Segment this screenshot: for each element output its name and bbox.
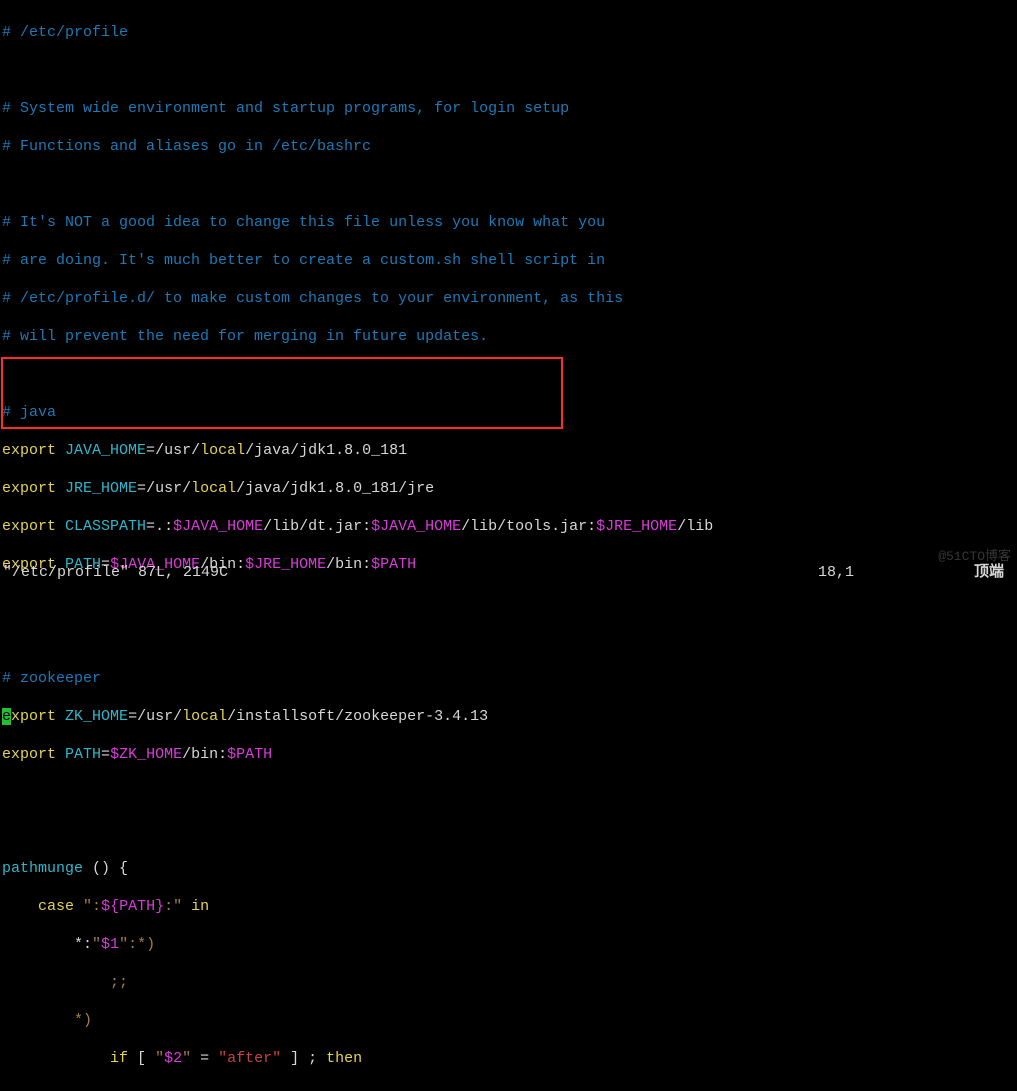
code-line: # It's NOT a good idea to change this fi…: [2, 213, 1015, 232]
var-name: ZK_HOME: [65, 708, 128, 725]
var-name: JAVA_HOME: [65, 442, 146, 459]
keyword-case: case: [38, 898, 74, 915]
code-line: export JRE_HOME=/usr/local/java/jdk1.8.0…: [2, 479, 1015, 498]
comment-text: # java: [2, 404, 56, 421]
code-line: # will prevent the need for merging in f…: [2, 327, 1015, 346]
keyword-then: then: [326, 1050, 362, 1067]
blank-line: [2, 783, 1015, 802]
comment-text: # System wide environment and startup pr…: [2, 100, 569, 117]
code-line: *): [2, 1011, 1015, 1030]
comment-text: # are doing. It's much better to create …: [2, 252, 605, 269]
var-name: JRE_HOME: [65, 480, 137, 497]
blank-line: [2, 593, 1015, 612]
code-line: # zookeeper: [2, 669, 1015, 688]
code-line: # /etc/profile.d/ to make custom changes…: [2, 289, 1015, 308]
keyword-export: export: [2, 746, 56, 763]
comment-text: # Functions and aliases go in /etc/bashr…: [2, 138, 371, 155]
editor-viewport[interactable]: # /etc/profile # System wide environment…: [0, 0, 1017, 1091]
keyword-export: export: [2, 442, 56, 459]
code-line: pathmunge () {: [2, 859, 1015, 878]
keyword-export: export: [2, 480, 56, 497]
code-line: export ZK_HOME=/usr/local/installsoft/zo…: [2, 707, 1015, 726]
blank-line: [2, 821, 1015, 840]
watermark: @51CTO博客: [938, 547, 1011, 566]
blank-line: [2, 61, 1015, 80]
code-line: # System wide environment and startup pr…: [2, 99, 1015, 118]
code-line: export CLASSPATH=.:$JAVA_HOME/lib/dt.jar…: [2, 517, 1015, 536]
comment-text: # will prevent the need for merging in f…: [2, 328, 488, 345]
cursor: e: [2, 708, 11, 725]
var-name: PATH: [65, 746, 101, 763]
blank-line: [2, 365, 1015, 384]
status-file-info: "/etc/profile" 87L, 2149C: [3, 563, 228, 582]
code-line: ;;: [2, 973, 1015, 992]
code-line: # java: [2, 403, 1015, 422]
blank-line: [2, 175, 1015, 194]
blank-line: [2, 631, 1015, 650]
code-line: if [ "$2" = "after" ] ; then: [2, 1049, 1015, 1068]
comment-text: # /etc/profile: [2, 24, 128, 41]
keyword-export: xport: [11, 708, 56, 725]
comment-text: # zookeeper: [2, 670, 101, 687]
code-line: # /etc/profile: [2, 23, 1015, 42]
keyword-in: in: [191, 898, 209, 915]
comment-text: # /etc/profile.d/ to make custom changes…: [2, 290, 623, 307]
code-line: # are doing. It's much better to create …: [2, 251, 1015, 270]
var-name: CLASSPATH: [65, 518, 146, 535]
code-line: case ":${PATH}:" in: [2, 897, 1015, 916]
code-line: *:"$1":*): [2, 935, 1015, 954]
code-line: export JAVA_HOME=/usr/local/java/jdk1.8.…: [2, 441, 1015, 460]
code-line: export PATH=$ZK_HOME/bin:$PATH: [2, 745, 1015, 764]
keyword-if: if: [110, 1050, 128, 1067]
func-name: pathmunge: [2, 860, 83, 877]
vim-status-bar: "/etc/profile" 87L, 2149C 18,1 顶端: [3, 563, 1014, 582]
code-line: # Functions and aliases go in /etc/bashr…: [2, 137, 1015, 156]
keyword-export: export: [2, 518, 56, 535]
comment-text: # It's NOT a good idea to change this fi…: [2, 214, 605, 231]
